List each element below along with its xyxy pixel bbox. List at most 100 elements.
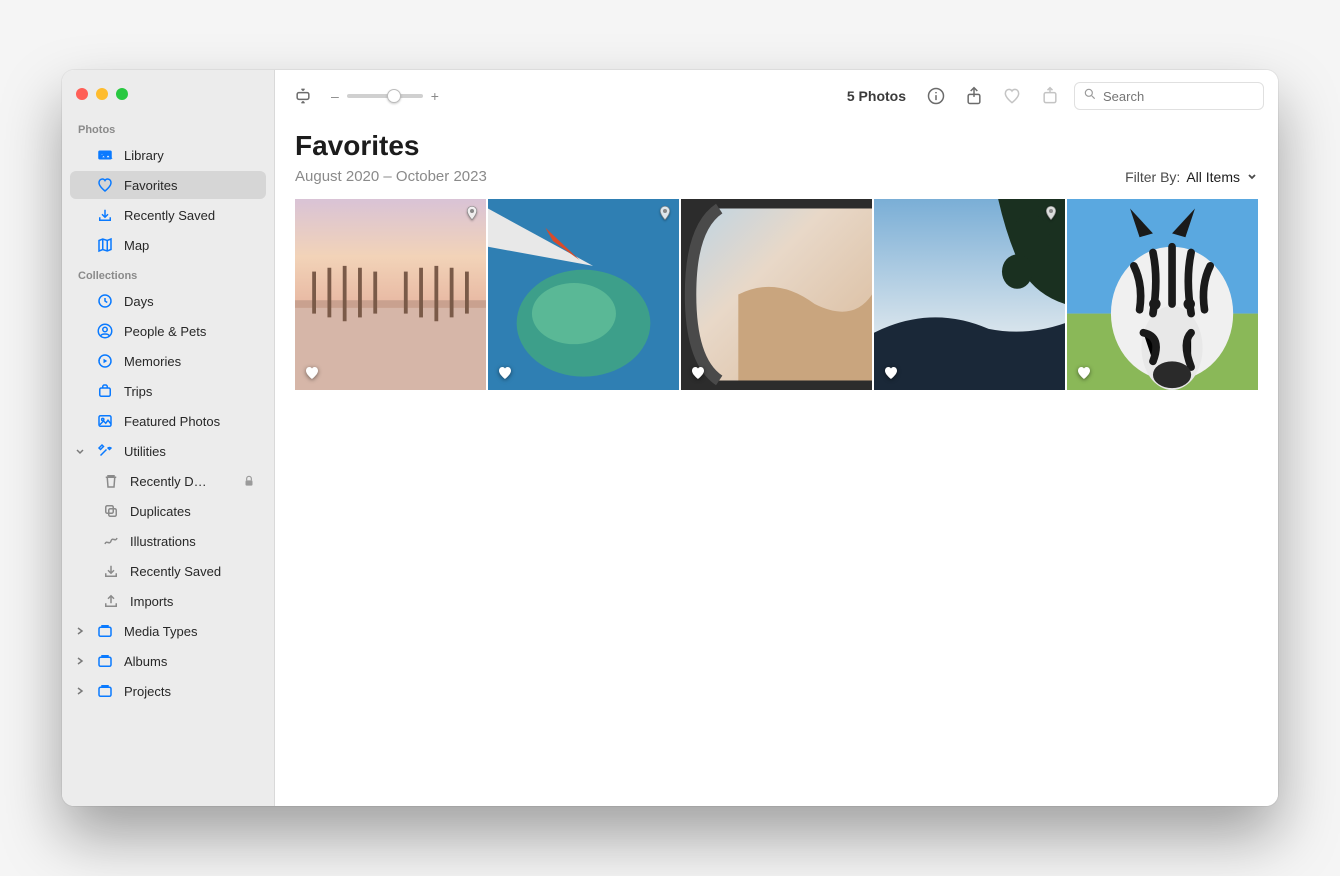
duplicates-icon (102, 502, 120, 520)
photo-count: 5 Photos (847, 88, 906, 104)
sidebar-section-collections: Collections (62, 264, 274, 286)
content-area: Favorites August 2020 – October 2023 Fil… (275, 122, 1278, 806)
page-title: Favorites (295, 130, 1258, 162)
folder-icon (96, 652, 114, 670)
header-row: August 2020 – October 2023 Filter By: Al… (295, 168, 1258, 185)
filter-value: All Items (1186, 169, 1240, 185)
chevron-right-icon[interactable] (74, 625, 86, 637)
chevron-right-icon[interactable] (74, 655, 86, 667)
rotate-button[interactable] (1036, 82, 1064, 110)
sidebar-item-util-recently-saved[interactable]: Recently Saved (70, 557, 266, 585)
sidebar-item-memories[interactable]: Memories (70, 347, 266, 375)
sidebar-item-days[interactable]: Days (70, 287, 266, 315)
sidebar-item-utilities[interactable]: Utilities (70, 437, 266, 465)
sidebar-item-media-types[interactable]: Media Types (70, 617, 266, 645)
minimize-window-button[interactable] (96, 88, 108, 100)
clock-icon (96, 292, 114, 310)
location-pin-icon (1043, 205, 1059, 221)
date-range: August 2020 – October 2023 (295, 168, 487, 185)
zoom-minus[interactable]: – (331, 88, 339, 104)
sidebar-item-label: Imports (130, 594, 256, 609)
filter-label: Filter By: (1125, 169, 1180, 185)
photo-thumbnail[interactable] (874, 199, 1065, 390)
sidebar-item-illustrations[interactable]: Illustrations (70, 527, 266, 555)
lock-icon (242, 474, 256, 488)
sidebar-item-label: Map (124, 238, 256, 253)
favorite-badge-icon (882, 364, 900, 382)
search-input[interactable] (1103, 89, 1278, 104)
location-pin-icon (657, 205, 673, 221)
sidebar-item-people-pets[interactable]: People & Pets (70, 317, 266, 345)
photo-thumbnail[interactable] (488, 199, 679, 390)
map-icon (96, 236, 114, 254)
sidebar-item-label: Utilities (124, 444, 256, 459)
sidebar-item-recently-deleted[interactable]: Recently D… (70, 467, 266, 495)
aspect-button[interactable] (289, 82, 317, 110)
library-icon (96, 146, 114, 164)
favorite-badge-icon (303, 364, 321, 382)
favorite-button[interactable] (998, 82, 1026, 110)
memories-icon (96, 352, 114, 370)
sidebar-item-label: Albums (124, 654, 256, 669)
sidebar-item-featured-photos[interactable]: Featured Photos (70, 407, 266, 435)
zoom-plus[interactable]: + (431, 88, 439, 104)
location-pin-icon (464, 205, 480, 221)
sidebar-item-imports[interactable]: Imports (70, 587, 266, 615)
sidebar-item-favorites[interactable]: Favorites (70, 171, 266, 199)
sidebar-item-albums[interactable]: Albums (70, 647, 266, 675)
chevron-down-icon[interactable] (74, 445, 86, 457)
import-icon (102, 592, 120, 610)
search-box[interactable] (1074, 82, 1264, 110)
photo-thumbnail[interactable] (681, 199, 872, 390)
sidebar-item-duplicates[interactable]: Duplicates (70, 497, 266, 525)
scribble-icon (102, 532, 120, 550)
filter-dropdown[interactable]: Filter By: All Items (1125, 169, 1258, 185)
sidebar-section-photos: Photos (62, 118, 274, 140)
sidebar-item-library[interactable]: Library (70, 141, 266, 169)
sidebar: Photos Library Favorites Recently Saved (62, 70, 275, 806)
sidebar-item-label: Illustrations (130, 534, 256, 549)
sidebar-item-trips[interactable]: Trips (70, 377, 266, 405)
photo-thumbnail[interactable] (295, 199, 486, 390)
favorite-badge-icon (496, 364, 514, 382)
zoom-slider-group: – + (331, 88, 439, 104)
sidebar-item-label: Projects (124, 684, 256, 699)
zoom-window-button[interactable] (116, 88, 128, 100)
folder-icon (96, 622, 114, 640)
person-icon (96, 322, 114, 340)
sidebar-item-projects[interactable]: Projects (70, 677, 266, 705)
share-button[interactable] (960, 82, 988, 110)
chevron-down-icon (1246, 169, 1258, 185)
info-button[interactable] (922, 82, 950, 110)
search-icon (1083, 87, 1097, 106)
photo-grid (295, 199, 1258, 390)
window-controls (62, 80, 274, 114)
favorite-badge-icon (689, 364, 707, 382)
sidebar-item-label: People & Pets (124, 324, 256, 339)
photo-thumbnail[interactable] (1067, 199, 1258, 390)
toolbar: – + 5 Photos (275, 70, 1278, 122)
sidebar-item-label: Favorites (124, 178, 256, 193)
sidebar-item-label: Recently Saved (124, 208, 256, 223)
sidebar-item-label: Recently D… (130, 474, 232, 489)
app-window: Photos Library Favorites Recently Saved (62, 70, 1278, 806)
sidebar-item-label: Duplicates (130, 504, 256, 519)
zoom-slider-thumb[interactable] (387, 89, 401, 103)
sidebar-item-label: Days (124, 294, 256, 309)
sidebar-item-recently-saved[interactable]: Recently Saved (70, 201, 266, 229)
sidebar-item-label: Recently Saved (130, 564, 256, 579)
photo-icon (96, 412, 114, 430)
download-tray-icon (96, 206, 114, 224)
close-window-button[interactable] (76, 88, 88, 100)
zoom-slider[interactable] (347, 94, 423, 98)
suitcase-icon (96, 382, 114, 400)
chevron-right-icon[interactable] (74, 685, 86, 697)
sidebar-item-label: Trips (124, 384, 256, 399)
heart-icon (96, 176, 114, 194)
sidebar-item-label: Memories (124, 354, 256, 369)
download-tray-icon (102, 562, 120, 580)
main-content: – + 5 Photos (275, 70, 1278, 806)
trash-icon (102, 472, 120, 490)
sidebar-item-map[interactable]: Map (70, 231, 266, 259)
sidebar-item-label: Featured Photos (124, 414, 256, 429)
